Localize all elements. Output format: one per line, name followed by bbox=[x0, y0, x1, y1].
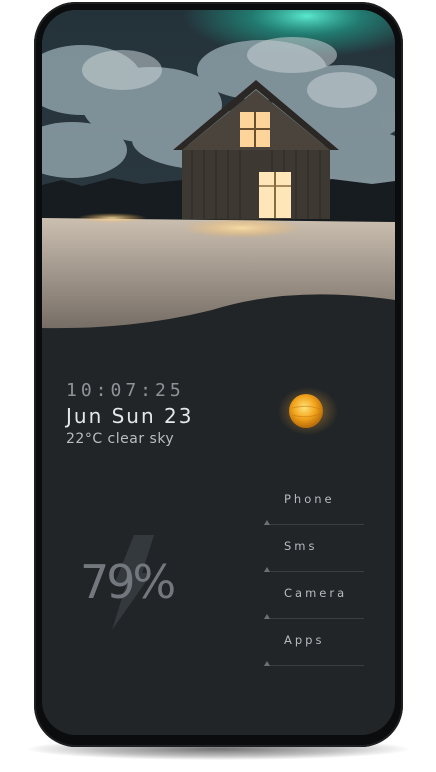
wallpaper-scene bbox=[42, 10, 395, 350]
triangle-icon bbox=[264, 567, 270, 572]
app-label: Apps bbox=[284, 633, 325, 647]
clock-date: Jun Sun 23 bbox=[66, 404, 194, 428]
app-label: Camera bbox=[284, 586, 348, 600]
app-apps[interactable]: Apps bbox=[264, 631, 364, 666]
home-screen: 10:07:25 Jun Sun 23 22°C clear sky 79% P… bbox=[42, 10, 395, 735]
app-sms[interactable]: Sms bbox=[264, 537, 364, 572]
triangle-icon bbox=[264, 661, 270, 666]
weather-summary: 22°C clear sky bbox=[66, 431, 175, 447]
app-phone[interactable]: Phone bbox=[264, 490, 364, 525]
battery-percent: 79% bbox=[80, 555, 176, 609]
wallpaper-image bbox=[42, 10, 395, 350]
sun-icon[interactable] bbox=[278, 386, 338, 436]
app-label: Sms bbox=[284, 539, 318, 553]
triangle-icon bbox=[264, 520, 270, 525]
clock-time: 10:07:25 bbox=[66, 380, 185, 401]
app-label: Phone bbox=[284, 492, 335, 506]
app-shortcuts: Phone Sms Camera Apps bbox=[264, 490, 364, 678]
app-camera[interactable]: Camera bbox=[264, 584, 364, 619]
battery-widget: 79% bbox=[76, 535, 196, 635]
stage: 10:07:25 Jun Sun 23 22°C clear sky 79% P… bbox=[0, 0, 436, 772]
triangle-icon bbox=[264, 614, 270, 619]
